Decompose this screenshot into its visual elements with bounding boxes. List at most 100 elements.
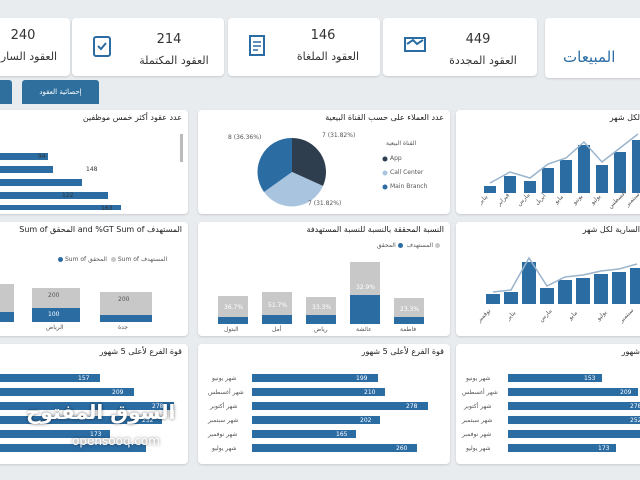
bar-label: 100 [48,311,60,318]
bar-value: 163 [101,205,113,212]
y-tick: شهر سبتمبر [462,417,493,424]
bar-value: 148 [86,166,98,173]
bar-label: 33.3% [312,304,332,311]
x-tick: جدة [118,324,129,331]
bar [100,315,152,322]
bar-value: 210 [364,389,376,396]
page-title: المبيعات [563,48,616,66]
bar [576,278,590,304]
bar-value: 252 [630,417,640,424]
kpi-value: 214 [156,32,182,47]
panel-monthly-line: لكل شهر يناير فبراير مارس أبريل مايو يون… [456,110,640,214]
pie-label: 7 (31.82%) [322,132,356,139]
bar [252,444,417,452]
bar-value: 122 [62,192,74,199]
y-tick: شهر يونيو [466,375,491,382]
x-tick: عائشة [356,326,372,333]
kpi-label: العقود المجددة [449,54,517,67]
legend-item: App [390,155,402,162]
bar [394,317,424,324]
panel-active-monthly: السارية لكل شهر نوفمبر يناير مارس مايو ي… [456,222,640,336]
bar [508,388,638,396]
bar [632,140,640,193]
bar [508,416,640,424]
watermark-arabic: السوق المفتوح [26,400,176,424]
bar-value: 165 [336,431,348,438]
bar-label: 36.7% [224,304,244,311]
bar [522,262,536,304]
legend-dot-call-center [382,170,388,176]
bar [0,179,82,186]
clipboard-check-icon [93,36,111,57]
scrollbar-thumb [180,134,183,162]
bar-value: 199 [356,375,368,382]
kpi-label: العقود المكتملة [139,54,209,67]
employees-bar-chart [0,134,183,210]
channel-pie-chart [257,137,388,207]
x-tick: الرياض [46,324,64,331]
bar [596,165,608,193]
bar [508,430,640,438]
kpi-card-completed: 214 العقود المكتملة [72,18,224,76]
bar-value: 94 [38,153,46,160]
tab-left-edge[interactable] [0,80,12,104]
bar [252,402,428,410]
bar-label: 200 [48,292,60,299]
legend-item: Main Branch [390,183,428,190]
bar [486,294,500,304]
legend-title: القناة البيعية [386,140,417,147]
panel-branch-right: شهور شهر يونيو شهر أغسطس شهر أكتوبر شهر … [456,344,640,464]
x-tick: البتول [224,326,239,333]
panel-gt-sum: المستهدف and %GT Sum of المحقق Sum of Su… [0,222,188,336]
pie-label: 8 (36.36%) [228,134,262,141]
bar-value: 209 [112,389,124,396]
bar [0,312,14,322]
bar [578,145,590,193]
bar [594,274,608,304]
bar-value: 157 [78,375,90,382]
kpi-label: العقود الملغاة [296,50,360,63]
y-tick: شهر يوليو [212,445,237,452]
bar [612,272,626,304]
x-tick: فاطمة [400,326,417,333]
kpi-value: 449 [465,32,491,47]
y-tick: شهر يوليو [466,445,491,452]
bar-value: 202 [360,417,372,424]
bar [0,192,108,199]
bar [630,268,640,304]
bar [350,295,380,324]
bar [306,315,336,324]
x-tick: رياض [314,326,328,333]
tab-contract-stats[interactable]: إحصائية العقود [22,80,99,104]
kpi-value: 146 [310,28,336,43]
y-tick: شهر سبتمبر [208,417,239,424]
bar-value: 173 [598,445,610,452]
bar [484,186,496,193]
y-tick: شهر نوفمبر [208,431,238,438]
y-tick: شهر أغسطس [462,389,498,396]
bar [504,292,518,304]
bar [508,402,640,410]
bar-label: 23.3% [400,306,420,313]
legend-item: Call Center [390,169,424,176]
kpi-card-active: 240 العقود السار [0,18,70,76]
legend-dot-app [382,156,388,162]
bar [0,166,53,173]
x-tick: أمل [272,326,282,333]
y-tick: شهر يونيو [212,375,237,382]
bar-label: 51.7% [268,302,288,309]
kpi-card-renewed: 449 العقود المجددة [383,18,537,76]
pie-label: 7 (31.82%) [308,200,342,207]
panel-top-employees: عدد عقود أكثر خمس موظفين 94 148 122 163 [0,110,188,214]
legend-dot-main-branch [382,184,388,190]
bar-label: 32.9% [356,284,376,291]
watermark-latin: opensooq.com [72,434,160,448]
bar [262,315,292,324]
y-tick: شهر أكتوبر [210,403,238,410]
bar [560,160,572,193]
bar [218,317,248,324]
y-tick: شهر نوفمبر [462,431,492,438]
panel-branch-mid: قوة الفرع لأعلى 5 شهور شهر يونيو شهر أغس… [198,344,450,464]
document-icon [249,35,265,56]
bar-value: 153 [584,375,596,382]
